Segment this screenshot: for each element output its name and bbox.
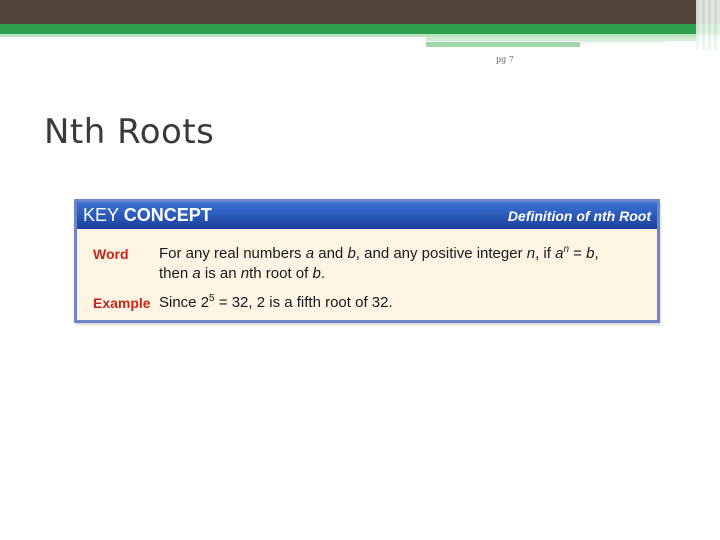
definition-text: , and any positive integer — [355, 245, 527, 262]
word-label: Word — [93, 246, 129, 262]
variable: a — [192, 265, 201, 282]
definition-text: For any real numbers — [159, 245, 306, 262]
definition-text: and — [314, 245, 348, 262]
variable: n — [526, 245, 536, 262]
definition-text: th root of — [249, 265, 313, 282]
concept-word: CONCEPT — [123, 205, 212, 225]
variable: b — [312, 265, 321, 282]
definition-text: , if — [535, 245, 556, 262]
page-number: pg 7 — [496, 55, 514, 64]
definition-text: is an — [200, 265, 241, 282]
key-concept-box: KEY CONCEPT Definition of nth Root Word … — [74, 199, 660, 323]
accent-line — [426, 37, 720, 41]
accent-line — [426, 42, 580, 47]
variable: b — [347, 245, 356, 262]
definition-text: then — [159, 265, 193, 282]
slide-title: Nth Roots — [44, 112, 215, 152]
example-part: = 32, 2 is a fifth root of 32. — [214, 294, 393, 311]
example-text: Since 25 = 32, 2 is a fifth root of 32. — [159, 293, 659, 313]
key-concept-label: KEY CONCEPT — [83, 205, 212, 226]
definition-text: . — [320, 265, 325, 282]
definition-text: , — [594, 245, 599, 262]
variable: n — [240, 265, 250, 282]
definition-text: = — [569, 245, 587, 262]
example-part: Since 2 — [159, 294, 210, 311]
example-label: Example — [93, 295, 151, 311]
variable: a — [305, 245, 315, 262]
key-concept-header: KEY CONCEPT Definition of nth Root — [77, 202, 657, 229]
concept-title: Definition of nth Root — [507, 208, 651, 224]
key-word: KEY — [83, 205, 119, 225]
green-band — [0, 24, 720, 34]
decorative-strip — [696, 0, 720, 50]
accent-line — [580, 41, 666, 43]
word-definition: For any real numbers a and b, and any po… — [159, 244, 659, 284]
top-band — [0, 0, 720, 24]
